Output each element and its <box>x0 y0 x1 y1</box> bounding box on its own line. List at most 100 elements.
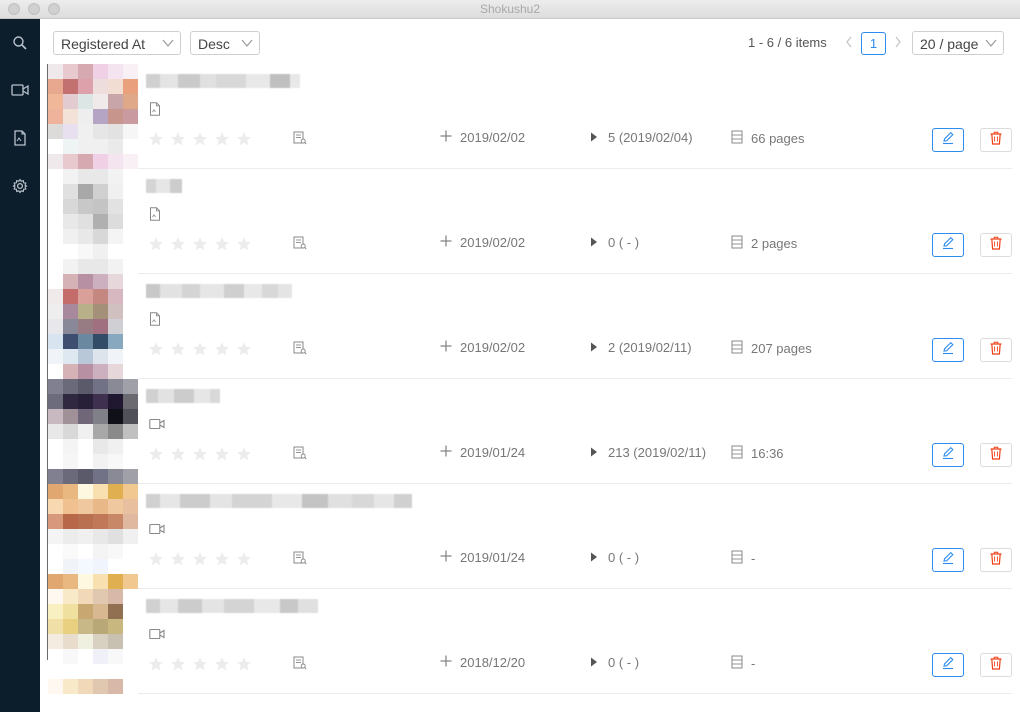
edit-button[interactable] <box>932 443 964 467</box>
play-icon <box>590 130 598 145</box>
list-item[interactable]: 2019/02/02 0 ( - ) 2 pages <box>48 169 1012 274</box>
star-icon[interactable] <box>236 131 252 147</box>
rating-stars[interactable] <box>148 446 252 462</box>
play-count-text: 213 (2019/02/11) <box>608 445 707 460</box>
item-title-redacted[interactable] <box>146 179 182 193</box>
pencil-icon <box>941 236 955 255</box>
star-icon[interactable] <box>170 236 186 252</box>
gear-icon[interactable] <box>10 176 30 196</box>
item-length: - <box>731 655 755 672</box>
star-icon[interactable] <box>236 446 252 462</box>
window-title: Shokushu2 <box>479 2 541 16</box>
star-icon[interactable] <box>192 341 208 357</box>
details-icon[interactable] <box>293 236 307 255</box>
page-1-button[interactable]: 1 <box>861 32 886 55</box>
star-icon[interactable] <box>236 551 252 567</box>
item-title-redacted[interactable] <box>146 389 220 403</box>
star-icon[interactable] <box>236 341 252 357</box>
rating-stars[interactable] <box>148 341 252 357</box>
details-icon[interactable] <box>293 131 307 150</box>
star-icon[interactable] <box>192 446 208 462</box>
star-icon[interactable] <box>170 551 186 567</box>
list-item[interactable]: 2019/02/02 2 (2019/02/11) 207 pages <box>48 274 1012 379</box>
document-icon <box>149 207 161 226</box>
star-icon[interactable] <box>148 656 164 672</box>
list-item[interactable]: 2019/01/24 213 (2019/02/11) 16:36 <box>48 379 1012 484</box>
rating-stars[interactable] <box>148 551 252 567</box>
thumbnail-image[interactable] <box>48 64 138 169</box>
document-icon[interactable] <box>10 128 30 148</box>
registered-date-text: 2018/12/20 <box>460 655 526 670</box>
star-icon[interactable] <box>236 236 252 252</box>
star-icon[interactable] <box>148 236 164 252</box>
play-icon <box>590 655 598 670</box>
list-item[interactable]: 2018/12/20 0 ( - ) - <box>48 589 1012 694</box>
star-icon[interactable] <box>214 656 230 672</box>
thumbnail-image[interactable] <box>48 379 138 484</box>
star-icon[interactable] <box>170 341 186 357</box>
sort-order-value: Desc <box>198 36 230 52</box>
item-title-redacted[interactable] <box>146 494 412 508</box>
list-item[interactable]: 2019/01/24 0 ( - ) - <box>48 484 1012 589</box>
star-icon[interactable] <box>214 341 230 357</box>
sort-order-select[interactable]: Desc <box>190 31 260 55</box>
item-title-redacted[interactable] <box>146 599 318 613</box>
delete-button[interactable] <box>980 548 1012 572</box>
edit-button[interactable] <box>932 128 964 152</box>
thumbnail-image[interactable] <box>48 589 138 694</box>
star-icon[interactable] <box>170 656 186 672</box>
prev-page-icon[interactable] <box>844 35 854 54</box>
trash-icon <box>990 131 1002 150</box>
star-icon[interactable] <box>214 236 230 252</box>
star-icon[interactable] <box>148 551 164 567</box>
details-icon[interactable] <box>293 551 307 570</box>
details-icon[interactable] <box>293 656 307 675</box>
star-icon[interactable] <box>192 131 208 147</box>
star-icon[interactable] <box>214 131 230 147</box>
next-page-icon[interactable] <box>893 35 903 54</box>
delete-button[interactable] <box>980 338 1012 362</box>
delete-button[interactable] <box>980 443 1012 467</box>
video-icon <box>149 417 165 435</box>
edit-button[interactable] <box>932 653 964 677</box>
delete-button[interactable] <box>980 233 1012 257</box>
star-icon[interactable] <box>236 656 252 672</box>
star-icon[interactable] <box>192 656 208 672</box>
star-icon[interactable] <box>148 341 164 357</box>
search-icon[interactable] <box>10 33 30 53</box>
play-count: 213 (2019/02/11) <box>590 445 706 460</box>
item-title-redacted[interactable] <box>146 74 300 88</box>
edit-button[interactable] <box>932 233 964 257</box>
play-count: 0 ( - ) <box>590 655 639 670</box>
length-icon <box>731 130 743 147</box>
details-icon[interactable] <box>293 446 307 465</box>
edit-button[interactable] <box>932 338 964 362</box>
star-icon[interactable] <box>148 131 164 147</box>
page-size-select[interactable]: 20 / page <box>912 31 1004 55</box>
star-icon[interactable] <box>214 551 230 567</box>
item-title-redacted[interactable] <box>146 284 292 298</box>
play-count: 0 ( - ) <box>590 550 639 565</box>
rating-stars[interactable] <box>148 656 252 672</box>
star-icon[interactable] <box>214 446 230 462</box>
star-icon[interactable] <box>148 446 164 462</box>
star-icon[interactable] <box>170 446 186 462</box>
trash-icon <box>990 551 1002 570</box>
rating-stars[interactable] <box>148 131 252 147</box>
play-icon <box>590 235 598 250</box>
delete-button[interactable] <box>980 653 1012 677</box>
delete-button[interactable] <box>980 128 1012 152</box>
details-icon[interactable] <box>293 341 307 360</box>
edit-button[interactable] <box>932 548 964 572</box>
star-icon[interactable] <box>192 551 208 567</box>
trash-icon <box>990 341 1002 360</box>
video-icon[interactable] <box>10 80 30 100</box>
star-icon[interactable] <box>170 131 186 147</box>
thumbnail-image[interactable] <box>48 169 138 274</box>
list-item[interactable]: 2019/02/02 5 (2019/02/04) 66 pages <box>48 64 1012 169</box>
sort-field-select[interactable]: Registered At <box>53 31 181 55</box>
thumbnail-image[interactable] <box>48 274 138 379</box>
thumbnail-image[interactable] <box>48 484 138 589</box>
star-icon[interactable] <box>192 236 208 252</box>
rating-stars[interactable] <box>148 236 252 252</box>
